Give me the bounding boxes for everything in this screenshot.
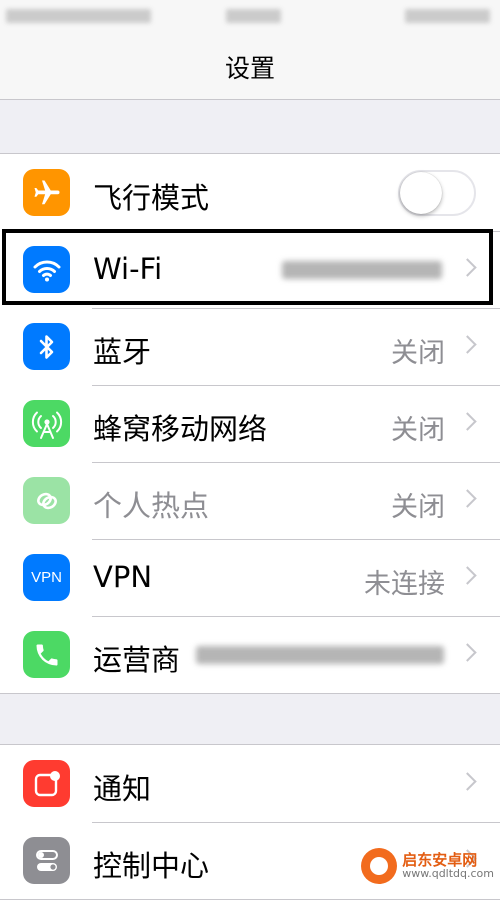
vpn-status-value: 未连接 [364,569,445,600]
settings-row-label: 控制中心 [93,849,210,883]
settings-row-label: 飞行模式 [93,181,210,215]
chevron-right-icon [458,489,477,508]
settings-row-label: 通知 [93,772,152,806]
toggle-knob [400,172,442,214]
phone-icon [23,631,70,678]
settings-row-label: 蓝牙 [93,335,152,369]
chevron-right-icon [458,566,477,585]
settings-row-personal-hotspot: 个人热点 关闭 [0,462,500,539]
vpn-icon-text: VPN [31,569,62,586]
bluetooth-status-value: 关闭 [391,338,445,369]
settings-row-carrier[interactable]: 运营商 [0,616,500,693]
settings-row-airplane-mode: 飞行模式 [0,154,500,231]
watermark-text: 启东安卓网 www.qdltdq.com [402,852,494,881]
airplane-icon [23,169,70,216]
wifi-highlight-box [2,229,493,305]
settings-row-label: 个人热点 [93,489,210,523]
chevron-right-icon [458,772,477,791]
status-carrier-blur [6,9,151,23]
settings-row-vpn[interactable]: VPN VPN 未连接 [0,539,500,616]
hotspot-link-icon [23,477,70,524]
cellular-antenna-icon [23,400,70,447]
page-title: 设置 [224,54,275,83]
notification-icon [23,760,70,807]
hotspot-status-value: 关闭 [391,492,445,523]
settings-row-label: 运营商 [93,643,181,677]
settings-row-label: VPN [93,560,153,594]
status-battery-blur [405,9,490,23]
status-time-blur [226,9,281,23]
settings-row-notifications[interactable]: 通知 [0,745,500,822]
vpn-icon: VPN [23,554,70,601]
chevron-right-icon [458,412,477,431]
bluetooth-icon [23,323,70,370]
status-bar [0,0,500,34]
chevron-right-icon [458,335,477,354]
nav-bar: 设置 [0,34,500,100]
watermark-logo-icon [361,848,398,884]
settings-row-cellular[interactable]: 蜂窝移动网络 关闭 [0,385,500,462]
watermark-url: www.qdltdq.com [402,867,494,881]
airplane-mode-toggle[interactable] [398,170,476,216]
settings-row-label: 蜂窝移动网络 [93,412,268,446]
site-watermark: 启东安卓网 www.qdltdq.com [361,848,494,884]
control-center-icon [23,837,70,884]
settings-row-bluetooth[interactable]: 蓝牙 关闭 [0,308,500,385]
watermark-name: 启东安卓网 [402,850,478,869]
cellular-status-value: 关闭 [391,415,445,446]
carrier-name-blurred [196,646,444,664]
chevron-right-icon [458,643,477,662]
